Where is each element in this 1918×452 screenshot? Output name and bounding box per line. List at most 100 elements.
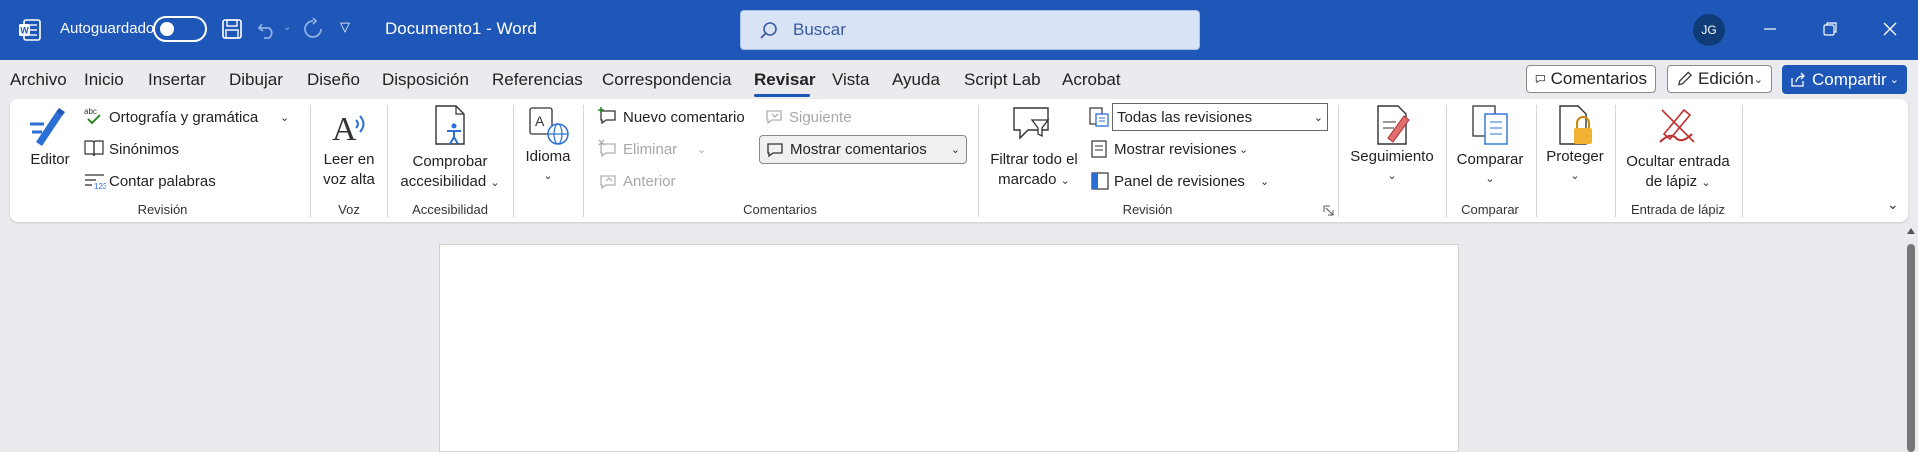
chevron-down-icon[interactable]: ⌄: [1260, 175, 1269, 188]
tab-ayuda[interactable]: Ayuda: [892, 70, 940, 90]
group-divider: [387, 105, 388, 217]
tab-dibujar[interactable]: Dibujar: [229, 70, 283, 90]
tracking-icon[interactable]: [1374, 104, 1414, 153]
search-placeholder: Buscar: [793, 20, 846, 39]
filter-markup-line1[interactable]: Filtrar todo el: [984, 150, 1084, 170]
check-accessibility-line2: accesibilidad: [400, 173, 487, 190]
reviewing-pane-icon: [1090, 171, 1110, 196]
comments-button[interactable]: Comentarios: [1526, 65, 1656, 93]
avatar[interactable]: JG: [1693, 14, 1725, 46]
read-aloud-line1[interactable]: Leer en: [316, 150, 382, 170]
word-count-button[interactable]: Contar palabras: [109, 173, 216, 190]
check-accessibility-line1[interactable]: Comprobar: [392, 152, 508, 172]
language-button[interactable]: Idioma: [518, 147, 578, 167]
dialog-launcher-icon[interactable]: [1323, 203, 1334, 221]
chevron-down-icon[interactable]: ⌄: [1540, 166, 1610, 186]
compare-icon[interactable]: [1470, 104, 1512, 153]
spelling-grammar-button[interactable]: Ortografía y gramática: [109, 109, 258, 126]
editor-icon[interactable]: [28, 106, 72, 153]
group-label-comentarios: Comentarios: [743, 202, 817, 217]
hide-ink-line2: de lápiz: [1645, 173, 1698, 190]
document-page[interactable]: [439, 244, 1459, 452]
previous-comment-button[interactable]: Anterior: [623, 173, 676, 190]
tab-revisar[interactable]: Revisar: [754, 70, 815, 90]
display-for-review-value: Todas las revisiones: [1117, 108, 1253, 126]
language-icon[interactable]: A: [528, 106, 570, 151]
show-comments-button[interactable]: Mostrar comentarios ⌄: [759, 135, 967, 164]
scroll-up-icon[interactable]: [1907, 228, 1915, 234]
svg-text:W: W: [20, 26, 29, 36]
next-comment-icon: [764, 106, 784, 131]
editing-mode-button[interactable]: Edición ⌄: [1667, 65, 1772, 93]
vertical-scrollbar[interactable]: [1904, 224, 1918, 452]
document-title: Documento1 - Word: [385, 19, 537, 38]
tab-inicio[interactable]: Inicio: [84, 70, 124, 90]
customize-toolbar-icon[interactable]: ▽: [340, 19, 350, 35]
collapse-ribbon-icon[interactable]: ⌄: [1887, 196, 1899, 213]
search-box[interactable]: Buscar: [740, 10, 1200, 50]
chevron-down-icon[interactable]: ⌄: [280, 111, 289, 124]
share-button[interactable]: Compartir ⌄: [1782, 65, 1907, 94]
tracking-button[interactable]: Seguimiento: [1344, 147, 1440, 167]
show-markup-button[interactable]: Mostrar revisiones: [1114, 141, 1237, 158]
chevron-down-icon[interactable]: ⌄: [518, 166, 578, 186]
tab-script-lab[interactable]: Script Lab: [964, 70, 1041, 90]
tab-referencias[interactable]: Referencias: [492, 70, 583, 90]
tab-acrobat[interactable]: Acrobat: [1062, 70, 1121, 90]
chevron-down-icon: ⌄: [1060, 175, 1070, 187]
read-aloud-line2[interactable]: voz alta: [316, 170, 382, 190]
hide-ink-button[interactable]: de lápiz ⌄: [1620, 172, 1736, 193]
filter-markup-button[interactable]: marcado ⌄: [984, 170, 1084, 191]
word-count-icon: 123: [84, 172, 108, 195]
tab-diseno[interactable]: Diseño: [307, 70, 360, 90]
active-tab-indicator: [754, 94, 810, 97]
display-for-review-select[interactable]: Todas las revisiones ⌄: [1112, 103, 1328, 131]
save-icon[interactable]: [219, 15, 245, 43]
tab-insertar[interactable]: Insertar: [148, 70, 206, 90]
new-comment-button[interactable]: Nuevo comentario: [623, 109, 745, 126]
tab-disposicion[interactable]: Disposición: [382, 70, 469, 90]
protect-button[interactable]: Proteger: [1540, 147, 1610, 167]
group-divider: [583, 105, 584, 217]
redo-icon[interactable]: [300, 15, 326, 43]
next-comment-button[interactable]: Siguiente: [789, 109, 852, 126]
chevron-down-icon[interactable]: ⌄: [1239, 143, 1248, 156]
hide-ink-line1[interactable]: Ocultar entrada: [1620, 152, 1736, 172]
group-label-voz: Voz: [338, 202, 360, 217]
close-icon[interactable]: [1878, 14, 1902, 44]
group-divider: [310, 105, 311, 217]
protect-icon[interactable]: [1556, 104, 1596, 153]
compare-button[interactable]: Comparar: [1450, 150, 1530, 170]
display-for-review-icon: [1088, 106, 1110, 133]
filter-markup-icon[interactable]: [1010, 104, 1054, 149]
scrollbar-thumb[interactable]: [1907, 244, 1915, 452]
svg-text:A: A: [332, 111, 357, 146]
chevron-down-icon[interactable]: ⌄: [1344, 166, 1440, 186]
undo-dropdown-icon[interactable]: ⌄: [283, 22, 291, 33]
chevron-down-icon[interactable]: ⌄: [1450, 169, 1530, 189]
tab-archivo[interactable]: Archivo: [10, 70, 67, 90]
tab-correspondencia[interactable]: Correspondencia: [602, 70, 731, 90]
svg-text:123: 123: [94, 182, 106, 190]
minimize-icon[interactable]: [1758, 14, 1782, 44]
group-divider: [1536, 105, 1537, 217]
reviewing-pane-button[interactable]: Panel de revisiones: [1114, 173, 1245, 190]
accessibility-checker-icon[interactable]: [432, 104, 472, 153]
thesaurus-button[interactable]: Sinónimos: [109, 141, 179, 158]
delete-comment-button[interactable]: Eliminar: [623, 141, 677, 158]
undo-icon[interactable]: [254, 15, 280, 43]
tab-vista[interactable]: Vista: [832, 70, 870, 90]
group-label-accesibilidad: Accesibilidad: [412, 202, 488, 217]
hide-ink-icon[interactable]: [1656, 104, 1700, 151]
read-aloud-icon[interactable]: A: [330, 106, 370, 151]
chevron-down-icon: ⌄: [1889, 74, 1899, 86]
show-comments-label: Mostrar comentarios: [790, 141, 927, 158]
autosave-toggle[interactable]: [153, 16, 207, 42]
check-accessibility-button[interactable]: accesibilidad ⌄: [392, 172, 508, 193]
chevron-down-icon[interactable]: ⌄: [697, 143, 706, 156]
group-divider: [1446, 105, 1447, 217]
word-app-icon[interactable]: W: [18, 18, 42, 42]
editor-button[interactable]: Editor: [20, 150, 80, 170]
restore-icon[interactable]: [1818, 14, 1842, 44]
filter-markup-line2: marcado: [998, 171, 1057, 188]
